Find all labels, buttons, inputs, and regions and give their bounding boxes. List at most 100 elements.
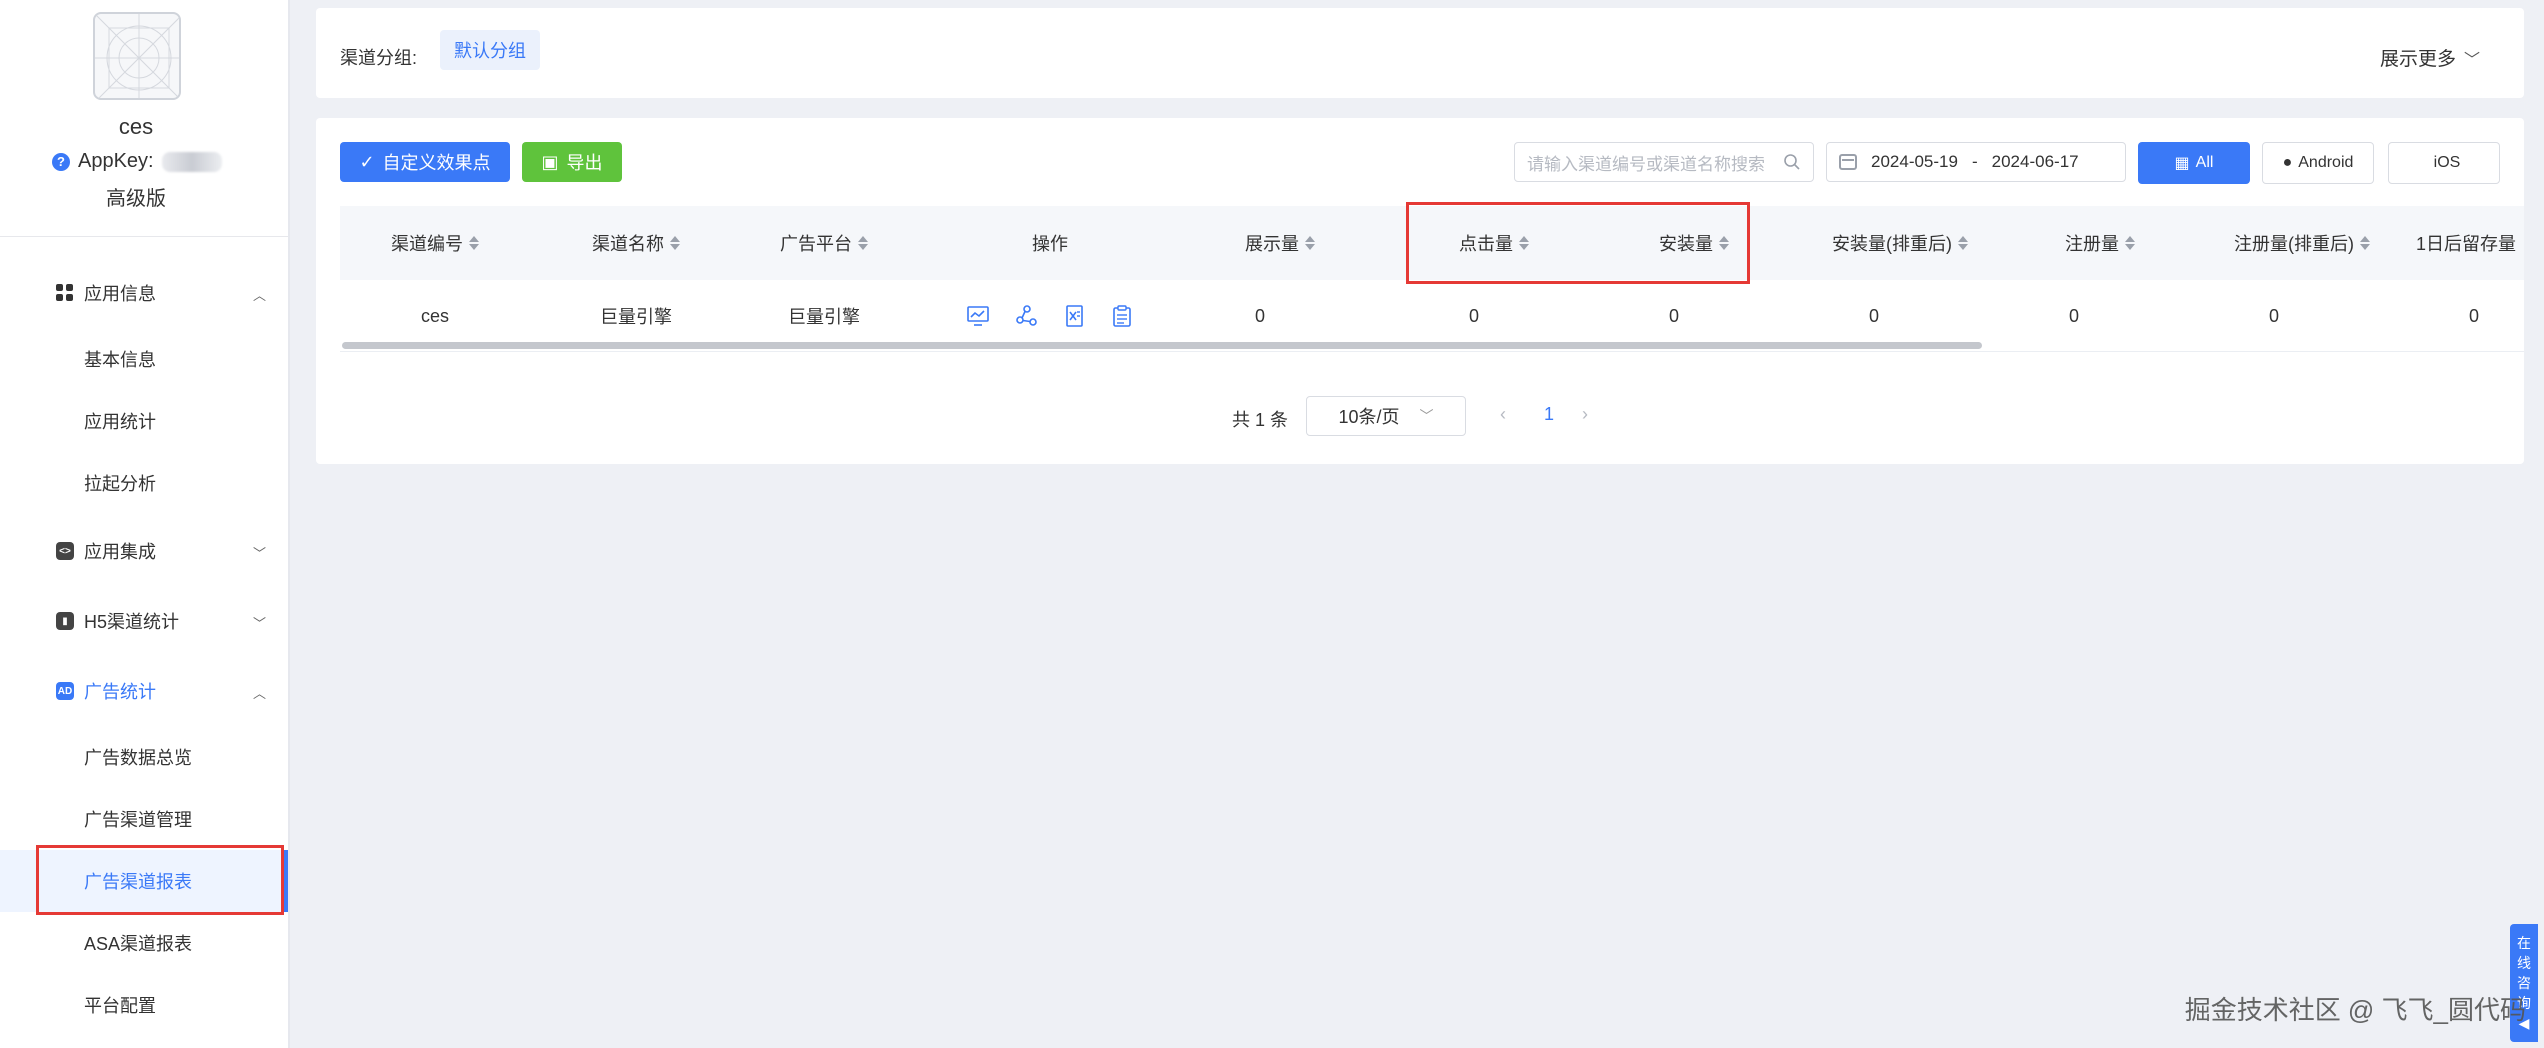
plan-label: 高级版 [106,188,166,210]
clipboard-icon[interactable] [1110,304,1134,328]
column-header-channel-id[interactable]: 渠道编号 [380,206,490,280]
report-card: ✓ 自定义效果点 ▣ 导出 请输入渠道编号或渠道名称搜索 2024-05-19 … [316,118,2524,464]
sidebar-item-basic-info[interactable]: 基本信息 [0,328,288,390]
menu-group-app-integration[interactable]: <> 应用集成 ﹀ [56,534,266,568]
column-label: 操作 [1032,234,1068,254]
column-header-retention-1d[interactable]: 1日后留存量 [2416,206,2524,280]
custom-effect-point-button[interactable]: ✓ 自定义效果点 [340,142,510,182]
sort-icon[interactable] [1305,236,1315,250]
appkey-row: ? AppKey: [52,150,222,173]
chevron-down-icon: ﹀ [252,616,266,631]
menu-group-ad-stats[interactable]: AD 广告统计 ︿ [56,674,266,708]
column-label: 安装量(排重后) [1832,234,1952,254]
sort-icon[interactable] [1958,236,1968,250]
filter-all-button[interactable]: ▦ All [2138,142,2250,184]
sort-icon[interactable] [2360,236,2370,250]
chevron-up-icon: ︿ [252,288,266,303]
filter-ios-button[interactable]: iOS [2388,142,2500,184]
column-header-registrations[interactable]: 注册量 [2030,206,2170,280]
sidebar: ces ? AppKey: 高级版 应用信息 ︿ 基本信息 应用统计 拉起分析 … [0,0,290,1048]
sidebar-divider [0,236,288,237]
custom-effect-point-label: 自定义效果点 [382,153,491,173]
column-label: 注册量(排重后) [2234,234,2354,254]
code-icon: <> [56,542,74,560]
export-button[interactable]: ▣ 导出 [522,142,622,182]
chart-monitor-icon[interactable] [966,304,990,328]
filter-android-button[interactable]: ● Android [2262,142,2374,184]
search-placeholder: 请输入渠道编号或渠道名称搜索 [1527,154,1765,174]
column-header-installs-dedup[interactable]: 安装量(排重后) [1800,206,2000,280]
sidebar-item-ad-channel-report[interactable]: 广告渠道报表 [0,850,288,912]
chevron-down-icon: ﹀ [2463,51,2480,69]
column-header-registrations-dedup[interactable]: 注册量(排重后) [2202,206,2402,280]
sort-icon[interactable] [858,236,868,250]
page-size-select[interactable]: 10条/页 ﹀ [1306,396,1466,436]
watermark: 掘金技术社区 @ 飞飞_圆代码 [2184,995,2526,1025]
column-header-impressions[interactable]: 展示量 [1210,206,1350,280]
ad-icon: AD [56,682,74,700]
app-logo-placeholder-icon [95,14,179,98]
column-label: 展示量 [1245,234,1299,254]
sort-icon[interactable] [670,236,680,250]
sidebar-item-ad-overview[interactable]: 广告数据总览 [0,726,288,788]
app-name: ces [118,114,154,139]
column-label: 注册量 [2065,234,2119,254]
filter-all-label: All [2195,154,2214,171]
date-range-picker[interactable]: 2024-05-19 - 2024-06-17 [1826,142,2126,182]
column-label: 渠道编号 [391,234,463,254]
show-more-label: 展示更多 [2379,49,2456,70]
sort-icon[interactable] [469,236,479,250]
excel-icon: ▣ [541,151,559,172]
share-icon[interactable] [1014,304,1038,328]
column-header-installs[interactable]: 安装量 [1624,206,1764,280]
column-label: 1日后留存量 [2416,234,2517,254]
table-header: 渠道编号 渠道名称 广告平台 操作 展示量 点击量 安装量 安装量(排重后) 注… [340,206,2524,280]
sort-icon[interactable] [2125,236,2135,250]
next-page-button[interactable]: › [1582,404,1588,425]
column-header-clicks[interactable]: 点击量 [1424,206,1564,280]
consult-char: 线 [2517,955,2531,971]
date-end[interactable]: 2024-06-17 [1992,152,2079,172]
prev-page-button[interactable]: ‹ [1500,404,1506,425]
column-label: 安装量 [1659,234,1713,254]
page-size-value: 10条/页 [1338,407,1400,427]
cell-registrations-dedup: 0 [2268,305,2279,326]
sort-icon[interactable] [1719,236,1729,250]
channel-group-label: 渠道分组: [340,48,418,68]
consult-char: 在 [2517,935,2531,951]
report-table[interactable]: 渠道编号 渠道名称 广告平台 操作 展示量 点击量 安装量 安装量(排重后) 注… [340,206,2524,354]
menu-group-label: H5渠道统计 [84,612,180,632]
sidebar-item-launch-analysis[interactable]: 拉起分析 [0,452,288,514]
sort-icon[interactable] [1519,236,1529,250]
column-header-ad-platform[interactable]: 广告平台 [754,206,894,280]
page-number-current[interactable]: 1 [1544,404,1554,425]
filter-android-label: Android [2298,154,2354,171]
check-icon: ✓ [359,151,375,172]
menu-group-app-info[interactable]: 应用信息 ︿ [56,276,266,310]
help-icon[interactable]: ? [52,152,70,171]
menu-group-label: 应用集成 [84,542,156,562]
chevron-up-icon: ︿ [252,686,266,701]
channel-group-tag[interactable]: 默认分组 [440,30,540,70]
show-more-button[interactable]: 展示更多 ﹀ [2380,44,2480,71]
pagination-total: 共 1 条 [1232,410,1289,430]
chevron-down-icon: ﹀ [252,546,266,561]
export-label: 导出 [566,153,603,173]
sidebar-item-platform-config[interactable]: 平台配置 [0,974,288,1036]
appkey-value-redacted [161,151,222,172]
menu-group-h5-stats[interactable]: ▮ H5渠道统计 ﹀ [56,604,266,638]
column-label: 点击量 [1459,234,1513,254]
calendar-icon [1839,154,1857,170]
sidebar-item-app-stats[interactable]: 应用统计 [0,390,288,452]
horizontal-scrollbar[interactable] [342,342,1982,349]
sidebar-item-asa-report[interactable]: ASA渠道报表 [0,912,288,974]
sidebar-item-ad-channel-mgmt[interactable]: 广告渠道管理 [0,788,288,850]
search-input[interactable]: 请输入渠道编号或渠道名称搜索 [1514,142,1814,182]
grid-icon [56,284,74,302]
column-label: 渠道名称 [592,234,664,254]
android-icon: ● [2282,154,2293,171]
date-start[interactable]: 2024-05-19 [1871,152,1958,172]
column-header-channel-name[interactable]: 渠道名称 [566,206,706,280]
excel-file-icon[interactable] [1062,304,1086,328]
apps-icon: ▦ [2174,155,2190,172]
